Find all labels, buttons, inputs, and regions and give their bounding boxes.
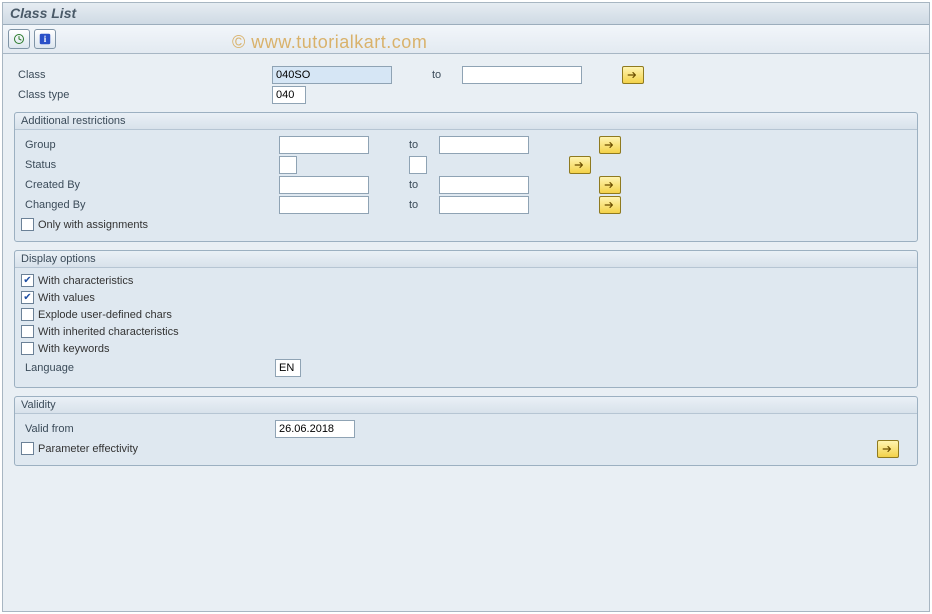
status-row: Status to bbox=[19, 156, 913, 174]
group-row: Group to bbox=[19, 136, 913, 154]
only-with-assignments-label: Only with assignments bbox=[38, 219, 148, 231]
class-type-input[interactable] bbox=[272, 86, 306, 104]
arrow-right-icon bbox=[604, 140, 616, 150]
created-by-row: Created By to bbox=[19, 176, 913, 194]
changed-by-multiple-selection-button[interactable] bbox=[599, 196, 621, 214]
toolbar: i bbox=[2, 25, 930, 54]
to-label: to bbox=[369, 179, 439, 191]
validity-group-title: Validity bbox=[15, 397, 917, 414]
created-by-to-input[interactable] bbox=[439, 176, 529, 194]
with-values-row: With values bbox=[19, 289, 913, 306]
arrow-right-icon bbox=[574, 160, 586, 170]
validity-group: Validity Valid from Parameter effectivit… bbox=[14, 396, 918, 466]
with-characteristics-checkbox[interactable] bbox=[21, 274, 34, 287]
class-from-input[interactable] bbox=[272, 66, 392, 84]
to-label: to bbox=[369, 199, 439, 211]
status-to-input[interactable] bbox=[409, 156, 427, 174]
arrow-right-icon bbox=[882, 444, 894, 454]
class-type-label: Class type bbox=[12, 89, 272, 101]
content: Class to Class type Additional restricti… bbox=[2, 54, 930, 484]
arrow-right-icon bbox=[604, 180, 616, 190]
created-by-label: Created By bbox=[19, 179, 279, 191]
inherited-row: With inherited characteristics bbox=[19, 323, 913, 340]
clock-execute-icon bbox=[13, 33, 25, 45]
with-values-checkbox[interactable] bbox=[21, 291, 34, 304]
with-values-label: With values bbox=[38, 292, 95, 304]
arrow-right-icon bbox=[627, 70, 639, 80]
keywords-checkbox[interactable] bbox=[21, 342, 34, 355]
group-label: Group bbox=[19, 139, 279, 151]
explode-checkbox[interactable] bbox=[21, 308, 34, 321]
class-to-input[interactable] bbox=[462, 66, 582, 84]
param-effectivity-row: Parameter effectivity bbox=[19, 440, 913, 457]
language-label: Language bbox=[19, 362, 275, 374]
explode-row: Explode user-defined chars bbox=[19, 306, 913, 323]
created-by-from-input[interactable] bbox=[279, 176, 369, 194]
status-multiple-selection-button[interactable] bbox=[569, 156, 591, 174]
changed-by-row: Changed By to bbox=[19, 196, 913, 214]
valid-from-label: Valid from bbox=[19, 423, 275, 435]
keywords-label: With keywords bbox=[38, 343, 110, 355]
info-button[interactable]: i bbox=[34, 29, 56, 49]
arrow-right-icon bbox=[604, 200, 616, 210]
changed-by-to-input[interactable] bbox=[439, 196, 529, 214]
to-label: to bbox=[297, 159, 409, 171]
with-characteristics-label: With characteristics bbox=[38, 275, 133, 287]
only-with-assignments-checkbox[interactable] bbox=[21, 218, 34, 231]
group-from-input[interactable] bbox=[279, 136, 369, 154]
only-with-assignments-row: Only with assignments bbox=[19, 216, 913, 233]
valid-from-row: Valid from bbox=[19, 420, 913, 438]
to-label: to bbox=[392, 69, 462, 81]
param-effectivity-checkbox[interactable] bbox=[21, 442, 34, 455]
valid-from-input[interactable] bbox=[275, 420, 355, 438]
param-effectivity-label: Parameter effectivity bbox=[38, 443, 138, 455]
status-from-input[interactable] bbox=[279, 156, 297, 174]
inherited-checkbox[interactable] bbox=[21, 325, 34, 338]
language-row: Language bbox=[19, 359, 913, 377]
explode-label: Explode user-defined chars bbox=[38, 309, 172, 321]
class-multiple-selection-button[interactable] bbox=[622, 66, 644, 84]
class-type-row: Class type bbox=[12, 86, 920, 104]
app-window: Class List i © www.tutorialkart.com Clas… bbox=[0, 0, 932, 614]
additional-group-title: Additional restrictions bbox=[15, 113, 917, 130]
status-label: Status bbox=[19, 159, 279, 171]
with-characteristics-row: With characteristics bbox=[19, 272, 913, 289]
created-by-multiple-selection-button[interactable] bbox=[599, 176, 621, 194]
keywords-row: With keywords bbox=[19, 340, 913, 357]
execute-button[interactable] bbox=[8, 29, 30, 49]
info-icon: i bbox=[39, 33, 51, 45]
group-to-input[interactable] bbox=[439, 136, 529, 154]
changed-by-from-input[interactable] bbox=[279, 196, 369, 214]
class-row: Class to bbox=[12, 66, 920, 84]
to-label: to bbox=[369, 139, 439, 151]
inherited-label: With inherited characteristics bbox=[38, 326, 179, 338]
changed-by-label: Changed By bbox=[19, 199, 279, 211]
param-effectivity-button[interactable] bbox=[877, 440, 899, 458]
class-label: Class bbox=[12, 69, 272, 81]
language-input[interactable] bbox=[275, 359, 301, 377]
additional-restrictions-group: Additional restrictions Group to Status … bbox=[14, 112, 918, 242]
display-options-group: Display options With characteristics Wit… bbox=[14, 250, 918, 388]
group-multiple-selection-button[interactable] bbox=[599, 136, 621, 154]
page-title: Class List bbox=[2, 2, 930, 25]
display-group-title: Display options bbox=[15, 251, 917, 268]
